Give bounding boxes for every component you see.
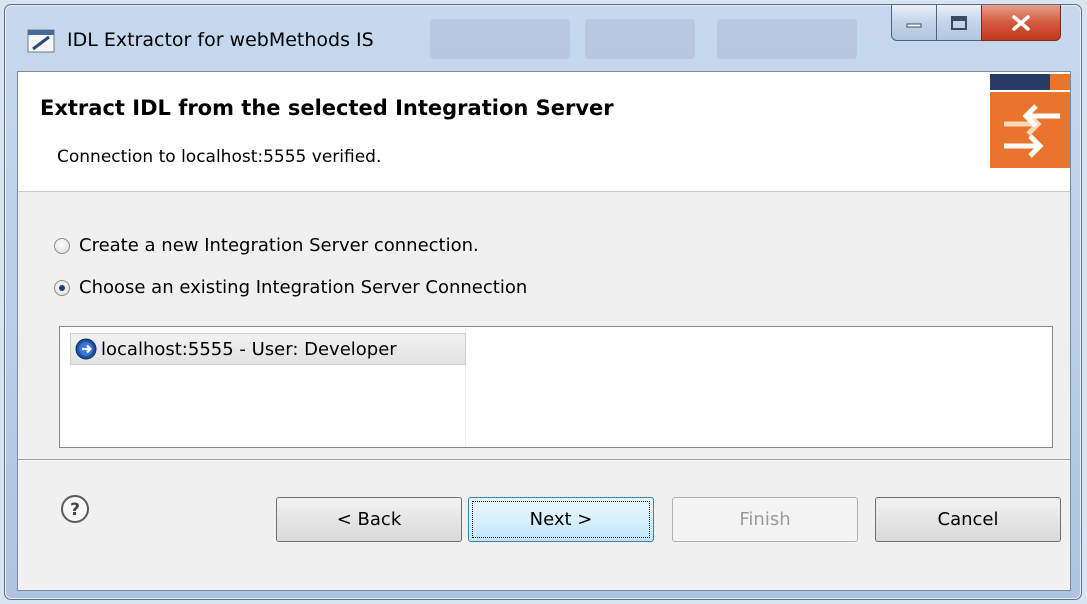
connection-list[interactable]: localhost:5555 - User: Developer [59,326,1053,448]
choose-existing-radio[interactable] [54,279,70,296]
button-bar-separator [18,459,1070,461]
extract-wizard-icon [990,74,1070,168]
background-window-ghost [430,19,570,59]
svg-text:?: ? [70,500,80,520]
maximize-button[interactable] [936,5,982,41]
window-controls [891,5,1061,41]
app-icon [27,29,55,53]
dialog-window: IDL Extractor for webMethods IS Extract … [4,4,1082,600]
cancel-button[interactable]: Cancel [875,497,1061,542]
create-new-connection-option[interactable]: Create a new Integration Server connecti… [54,235,479,256]
back-button-label: < Back [336,509,402,530]
wizard-banner: Extract IDL from the selected Integratio… [18,72,1070,192]
choose-existing-connection-option[interactable]: Choose an existing Integration Server Co… [54,277,527,298]
next-button[interactable]: Next > [468,497,654,542]
cancel-button-label: Cancel [937,509,999,530]
back-button[interactable]: < Back [276,497,462,542]
create-new-label: Create a new Integration Server connecti… [79,235,479,256]
page-title: Extract IDL from the selected Integratio… [40,96,614,120]
window-title: IDL Extractor for webMethods IS [67,29,374,51]
background-window-ghost [585,19,695,59]
title-bar[interactable]: IDL Extractor for webMethods IS [5,5,1081,71]
finish-button-label: Finish [739,509,791,530]
create-new-radio[interactable] [54,237,70,254]
close-icon [1012,14,1030,31]
help-icon[interactable]: ? [60,494,90,524]
connection-icon [75,338,97,360]
minimize-icon [906,23,922,27]
choose-existing-label: Choose an existing Integration Server Co… [79,277,528,298]
close-button[interactable] [981,5,1061,41]
list-item[interactable]: localhost:5555 - User: Developer [70,333,466,365]
connection-label: localhost:5555 - User: Developer [101,338,397,360]
minimize-button[interactable] [891,5,937,41]
next-button-label: Next > [529,509,593,530]
background-window-ghost [717,19,857,59]
status-message: Connection to localhost:5555 verified. [57,147,382,167]
maximize-icon [951,15,967,30]
dialog-client-area: Extract IDL from the selected Integratio… [17,71,1071,591]
finish-button: Finish [672,497,858,542]
